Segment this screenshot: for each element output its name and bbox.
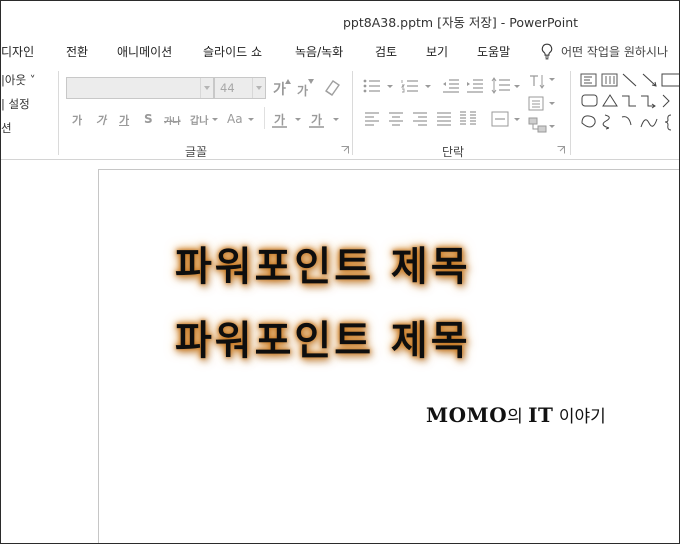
tab-record[interactable]: 녹음/녹화 — [295, 43, 343, 60]
elbow-connector-icon — [622, 95, 636, 107]
line-shape-icon — [622, 73, 637, 87]
subtitle-of: 의 — [507, 407, 529, 427]
text-direction-icon[interactable] — [528, 73, 548, 91]
arrow-down-icon — [308, 79, 314, 84]
layout-button[interactable]: |아웃 ˅ — [1, 72, 35, 88]
align-center-icon[interactable] — [388, 112, 404, 126]
decrease-indent-icon[interactable] — [442, 79, 460, 93]
smartart-icon[interactable] — [528, 117, 548, 135]
chevron-shape-icon — [662, 94, 670, 108]
tell-me-input[interactable]: 어떤 작업을 원하시나 — [561, 43, 668, 60]
increase-indent-icon[interactable] — [466, 79, 484, 93]
slide-title-1[interactable]: 파워포인트 제목 — [175, 234, 471, 292]
rectangle-shape-icon — [661, 73, 679, 87]
slide-canvas[interactable]: 파워포인트 제목 파워포인트 제목 MOMO의 IT 이야기 — [98, 169, 679, 543]
arrow-shape-icon — [642, 73, 657, 87]
title-bar: ppt8A38.pptm [자동 저장] - PowerPoint — [1, 1, 679, 37]
dialog-launcher-icon[interactable] — [557, 146, 565, 154]
reset-button[interactable]: | 설정 — [1, 96, 30, 112]
shrink-font-button[interactable]: 가 — [297, 82, 308, 99]
change-case-button[interactable]: Aa — [227, 112, 243, 126]
tab-help[interactable]: 도움말 — [477, 43, 510, 60]
tab-design[interactable]: 디자인 — [1, 43, 34, 60]
tab-animations[interactable]: 애니메이션 — [117, 43, 172, 60]
bold-button[interactable]: 가 — [72, 112, 82, 128]
chevron-down-icon[interactable] — [549, 78, 555, 81]
chevron-down-icon[interactable] — [514, 118, 520, 121]
grow-font-button[interactable]: 가 — [273, 79, 286, 99]
tab-view[interactable]: 보기 — [426, 43, 448, 60]
chevron-down-icon[interactable] — [248, 118, 254, 121]
lightbulb-icon — [541, 43, 553, 59]
align-left-icon[interactable] — [364, 112, 380, 126]
ribbon-home: |아웃 ˅ | 설정 션 44 가 가 가 가 가 S 가나 갑나 Aa 가 가… — [1, 65, 680, 160]
chevron-down-icon[interactable] — [200, 78, 213, 98]
group-divider — [58, 71, 59, 155]
tab-transitions[interactable]: 전환 — [66, 43, 88, 60]
character-spacing-button[interactable]: 갑나 — [190, 112, 208, 127]
font-color-bar — [309, 126, 324, 128]
justify-icon[interactable] — [436, 112, 452, 126]
rounded-rectangle-icon — [581, 94, 598, 107]
slide-subtitle[interactable]: MOMO의 IT 이야기 — [426, 402, 606, 427]
font-size-value: 44 — [220, 81, 235, 95]
triangle-shape-icon — [602, 94, 618, 107]
chevron-down-icon[interactable] — [252, 78, 265, 98]
paragraph-group-label: 단락 — [442, 145, 465, 159]
scribble-icon — [602, 114, 610, 130]
brace-shape-icon — [664, 114, 672, 131]
curve-shape-icon — [640, 118, 658, 128]
chevron-down-icon[interactable] — [333, 118, 339, 121]
shapes-gallery[interactable] — [579, 73, 680, 135]
powerpoint-window: ppt8A38.pptm [자동 저장] - PowerPoint 디자인 전환… — [0, 0, 680, 544]
subtitle-it: IT — [528, 403, 554, 427]
section-button[interactable]: 션 — [1, 120, 12, 136]
slide-title-2[interactable]: 파워포인트 제목 — [175, 308, 471, 366]
dialog-launcher-icon[interactable] — [341, 146, 349, 154]
clear-formatting-icon[interactable] — [323, 78, 343, 96]
bullets-icon[interactable] — [363, 79, 381, 93]
highlight-color-bar — [272, 126, 287, 128]
align-text-icon[interactable] — [528, 96, 548, 112]
tab-review[interactable]: 검토 — [375, 43, 397, 60]
group-divider — [570, 71, 571, 155]
text-box-icon[interactable] — [580, 73, 597, 87]
chevron-down-icon[interactable] — [514, 85, 520, 88]
window-title: ppt8A38.pptm [자동 저장] - PowerPoint — [343, 15, 579, 30]
strikethrough-button[interactable]: 가나 — [164, 114, 181, 127]
tab-slideshow[interactable]: 슬라이드 쇼 — [203, 43, 262, 60]
arrow-up-icon — [285, 79, 291, 84]
arc-shape-icon — [621, 116, 632, 126]
align-vertical-icon[interactable] — [491, 111, 511, 127]
divider — [264, 107, 265, 129]
chevron-down-icon[interactable] — [295, 118, 301, 121]
text-shadow-button[interactable]: S — [144, 112, 153, 126]
subtitle-story: 이야기 — [553, 407, 606, 427]
chevron-down-icon[interactable] — [387, 85, 393, 88]
align-right-icon[interactable] — [412, 112, 428, 126]
subtitle-momo: MOMO — [426, 403, 508, 427]
numbering-icon[interactable] — [401, 79, 419, 93]
font-group-label: 글꼴 — [185, 145, 208, 159]
font-name-combo[interactable] — [66, 77, 214, 99]
columns-icon[interactable] — [459, 111, 477, 127]
font-size-combo[interactable]: 44 — [214, 77, 266, 99]
tell-me-box[interactable]: 어떤 작업을 원하시나 — [541, 42, 668, 60]
line-spacing-icon[interactable] — [491, 77, 511, 95]
chevron-down-icon[interactable] — [425, 85, 431, 88]
italic-button[interactable]: 가 — [96, 112, 106, 128]
slide-editor: 파워포인트 제목 파워포인트 제목 MOMO의 IT 이야기 — [1, 161, 679, 543]
freeform-shape-icon — [581, 115, 596, 128]
vertical-text-box-icon[interactable] — [601, 73, 618, 87]
chevron-down-icon[interactable] — [549, 125, 555, 128]
chevron-down-icon[interactable] — [212, 118, 218, 121]
underline-button[interactable]: 가 — [119, 112, 129, 128]
group-divider — [352, 71, 353, 155]
chevron-down-icon[interactable] — [549, 102, 555, 105]
elbow-arrow-icon — [641, 95, 656, 109]
